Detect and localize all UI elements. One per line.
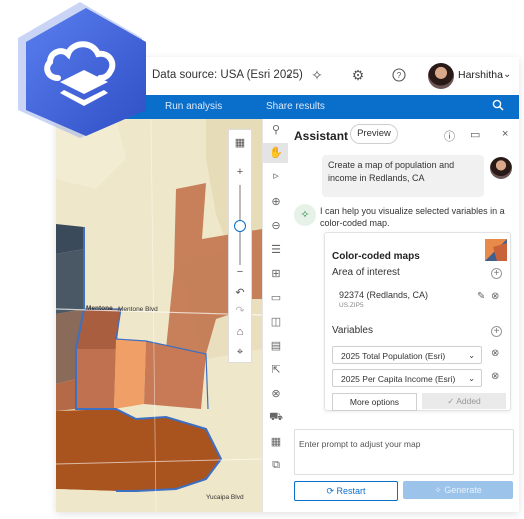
layers-list-icon[interactable]: ☰ xyxy=(263,243,289,256)
infographic-icon[interactable]: ◫ xyxy=(263,315,289,328)
restart-label: Restart xyxy=(336,486,366,496)
add-variable-icon[interactable]: + xyxy=(491,326,502,337)
area-subtype: US.ZIP5 xyxy=(339,302,364,309)
sparkle-icon[interactable]: ✧ xyxy=(308,66,326,84)
zoom-out-icon[interactable]: ⊖ xyxy=(263,219,289,232)
sparkle-icon: ✧ xyxy=(434,485,445,495)
tab-share-results[interactable]: Share results xyxy=(266,101,325,112)
tab-run-analysis[interactable]: Run analysis xyxy=(165,101,222,112)
pin-icon[interactable]: ⚲ xyxy=(263,123,289,136)
avatar xyxy=(490,157,512,179)
home-icon[interactable]: ⌂ xyxy=(229,326,251,338)
chevron-down-icon: ⌄ xyxy=(468,351,475,360)
avatar[interactable] xyxy=(428,63,454,89)
export-icon[interactable]: ⇱ xyxy=(263,363,289,376)
grid-table-icon[interactable]: ▦ xyxy=(263,435,289,448)
remove-variable-icon[interactable]: ⊗ xyxy=(491,371,499,382)
zoom-slider-handle[interactable] xyxy=(234,220,246,232)
preview-badge: Preview xyxy=(350,124,398,144)
map-label: Mentone xyxy=(86,305,113,312)
variable-select[interactable]: 2025 Total Population (Esri) ⌄ xyxy=(332,346,482,364)
zoom-in-button[interactable]: + xyxy=(229,166,251,178)
window-icon[interactable]: ▭ xyxy=(470,128,480,141)
map-label: Mentone Blvd xyxy=(118,306,158,313)
generate-button[interactable]: ✧ Generate xyxy=(403,481,513,499)
compare-icon[interactable]: ⧉ xyxy=(263,459,289,472)
gear-icon[interactable]: ⚙ xyxy=(349,66,367,84)
select-arrow-icon[interactable]: ▹ xyxy=(263,169,289,182)
chevron-down-icon[interactable]: ⌄ xyxy=(503,69,511,80)
restart-button[interactable]: ⟳ Restart xyxy=(294,481,398,501)
panel-title: Assistant xyxy=(294,129,349,143)
variable-select[interactable]: 2025 Per Capita Income (Esri) ⌄ xyxy=(332,369,482,387)
remove-area-icon[interactable]: ⊗ xyxy=(491,291,499,302)
app-logo-icon xyxy=(18,2,146,138)
remove-variable-icon[interactable]: ⊗ xyxy=(491,348,499,359)
color-coded-maps-card: Color-coded maps Area of interest + 9237… xyxy=(324,232,511,411)
prompt-input[interactable]: Enter prompt to adjust your map xyxy=(294,429,514,475)
check-icon: ✓ xyxy=(447,396,457,406)
grid-icon[interactable]: ▦ xyxy=(229,136,251,149)
drive-time-icon[interactable]: ▭ xyxy=(263,291,289,304)
search-icon[interactable] xyxy=(492,99,504,114)
restart-icon: ⟳ xyxy=(326,486,337,496)
assistant-sparkle-icon: ✧ xyxy=(294,204,316,226)
zoom-in-icon[interactable]: ⊕ xyxy=(263,195,289,208)
pan-hand-icon[interactable]: ✋ xyxy=(263,143,289,163)
map-zoom-controls: ▦ + − ↶ ↷ ⌂ ⌖ xyxy=(228,129,252,363)
help-icon[interactable]: ⓘ xyxy=(444,128,455,144)
generate-label: Generate xyxy=(444,485,482,495)
user-name[interactable]: Harshitha xyxy=(458,69,503,81)
assistant-panel: Assistant Preview ⓘ ▭ × Create a map of … xyxy=(288,119,519,512)
card-title: Color-coded maps xyxy=(332,251,420,262)
data-source-selector[interactable]: Data source: USA (Esri 2025) xyxy=(152,69,303,81)
car-icon[interactable]: ⛟ xyxy=(263,411,289,425)
close-icon[interactable]: × xyxy=(502,128,508,140)
add-area-icon[interactable]: + xyxy=(491,268,502,279)
edit-pencil-icon[interactable]: ✎ xyxy=(477,291,485,302)
map-label: Yucaipa Blvd xyxy=(206,494,244,501)
assistant-message: I can help you visualize selected variab… xyxy=(320,206,505,228)
area-of-interest-label: Area of interest xyxy=(332,267,400,278)
table-icon[interactable]: ⊞ xyxy=(263,267,289,280)
variable-value: 2025 Per Capita Income (Esri) xyxy=(341,374,456,384)
more-options-button[interactable]: More options xyxy=(332,393,417,411)
locate-icon[interactable]: ⌖ xyxy=(229,346,251,359)
zoom-out-button[interactable]: − xyxy=(229,266,251,278)
added-label: Added xyxy=(456,396,481,406)
undo-icon[interactable]: ↶ xyxy=(229,286,251,299)
area-value: 92374 (Redlands, CA) xyxy=(339,290,429,300)
chevron-down-icon: ⌄ xyxy=(468,374,475,383)
help-icon[interactable]: ? xyxy=(390,66,408,84)
close-circle-icon[interactable]: ⊗ xyxy=(263,387,289,400)
variables-label: Variables xyxy=(332,325,373,336)
color-map-logo-icon xyxy=(485,239,507,261)
user-message: Create a map of population and income in… xyxy=(322,155,484,197)
svg-text:?: ? xyxy=(397,71,402,80)
report-icon[interactable]: ▤ xyxy=(263,339,289,352)
chevron-down-icon[interactable]: ⌄ xyxy=(285,69,293,80)
variable-value: 2025 Total Population (Esri) xyxy=(341,351,446,361)
tool-rail: ⚲ ✋ ▹ ⊕ ⊖ ☰ ⊞ ▭ ◫ ▤ ⇱ ⊗ ⛟ ▦ ⧉ xyxy=(262,119,290,512)
redo-icon[interactable]: ↷ xyxy=(229,304,251,317)
added-button[interactable]: ✓ Added xyxy=(422,393,506,409)
